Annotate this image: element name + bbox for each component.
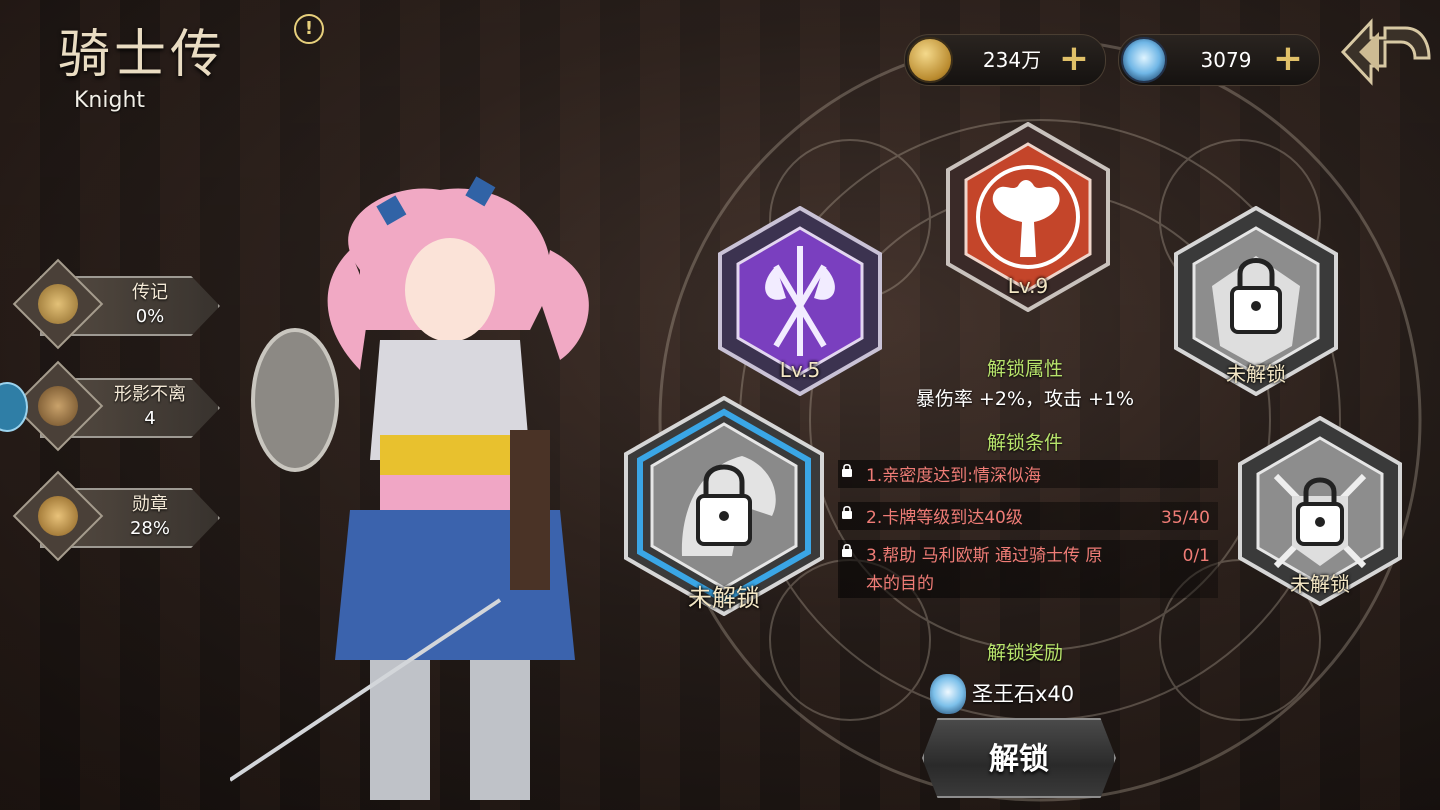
node-level-label: Lv.5 [779,358,821,382]
lock-icon [842,463,852,477]
sidebar-item-biography[interactable]: 传记 0% [12,258,225,350]
skill-node-tree[interactable]: Lv.9 [944,122,1112,312]
gem-icon [1121,37,1167,83]
skill-node-axe[interactable]: Lv.5 [716,206,884,396]
sidebar-item-value: 0% [135,306,165,327]
skill-node-locked-bottom-right[interactable]: 未解锁 [1236,416,1404,606]
skill-node-knight-selected[interactable]: 未解锁 [622,396,826,616]
sidebar-item-label: 勋章 [132,494,168,515]
add-gem-button[interactable]: + [1271,41,1305,77]
unlock-conditions-title: 解锁条件 [986,432,1063,454]
gold-currency: 234万 + [904,34,1106,86]
unlock-reward-title: 解锁奖励 [986,642,1063,664]
condition-text: 1.亲密度达到:情深似海 [866,466,1041,486]
sidebar-item-value: 28% [129,518,170,539]
sidebar-item-inseparable[interactable]: 形影不离 4 [12,360,225,452]
gem-value: 3079 [1200,48,1252,72]
coin-icon [907,37,953,83]
back-arrow-icon[interactable] [1335,8,1435,98]
condition-row: 2.卡牌等级到达40级 35/40 [838,502,1218,530]
sidebar-item-label: 传记 [132,282,168,303]
lock-icon [842,505,852,519]
reward-item: 圣王石x40 [930,672,1130,716]
node-status-label: 未解锁 [1290,572,1350,596]
skill-node-locked-top-right[interactable]: 未解锁 [1172,206,1340,396]
node-level-label: Lv.9 [1007,274,1049,298]
unlock-attributes-text: 暴伤率 +2%，攻击 +1% [915,388,1135,410]
horse-emblem-icon [38,284,78,324]
heart-icon [38,386,78,426]
reward-text: 圣王石x40 [972,682,1075,706]
medal-icon [38,496,78,536]
unlock-button-label: 解锁 [989,742,1049,777]
condition-row: 3.帮助 马利欧斯 通过骑士传 原 本的目的 0/1 [838,540,1218,598]
condition-progress: 0/1 [1182,546,1210,566]
sidebar-item-value: 4 [144,408,156,429]
unlock-button[interactable]: 解锁 [922,718,1116,798]
add-gold-button[interactable]: + [1057,41,1091,77]
gem-currency: 3079 + [1118,34,1320,86]
knight-character-illustration [230,176,589,800]
gold-value: 234万 [982,48,1042,72]
lock-icon [842,543,852,557]
sidebar-item-medal[interactable]: 勋章 28% [12,470,225,562]
node-status-label: 未解锁 [688,584,760,612]
page-title: 骑士传 [58,25,227,85]
info-icon[interactable]: ! [294,14,324,44]
condition-progress: 35/40 [1161,508,1210,528]
condition-text: 2.卡牌等级到达40级 [866,508,1023,528]
condition-row: 1.亲密度达到:情深似海 [838,460,1218,488]
node-status-label: 未解锁 [1226,362,1286,386]
condition-text: 3.帮助 马利欧斯 通过骑士传 原 [866,546,1103,566]
sidebar-item-label: 形影不离 [114,384,186,405]
page-subtitle: Knight [74,88,146,113]
condition-text-line2: 本的目的 [866,574,934,594]
holy-stone-icon [930,674,966,714]
unlock-attributes-title: 解锁属性 [986,358,1063,380]
